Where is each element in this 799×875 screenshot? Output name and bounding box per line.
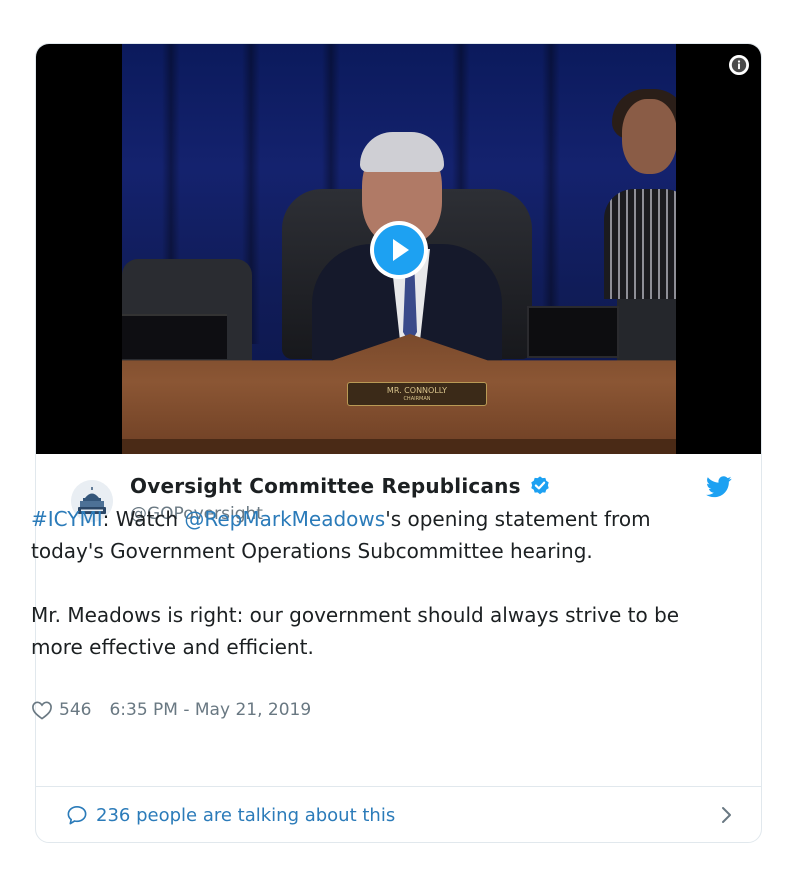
tweet-paragraph: #ICYMI: Watch @RepMarkMeadows's opening …	[31, 503, 711, 567]
tweet-header: Oversight Committee Republicans @GOPover…	[35, 432, 762, 524]
monitor	[122, 314, 227, 359]
verified-badge-icon	[531, 476, 549, 495]
like-count[interactable]: 546	[59, 700, 91, 720]
person-hair	[360, 132, 444, 172]
chevron-right-icon	[722, 807, 731, 823]
tweet-meta: 546 6:35 PM - May 21, 2019	[31, 700, 311, 720]
hashtag-link[interactable]: #ICYMI	[31, 507, 103, 531]
author-display-name[interactable]: Oversight Committee Republicans	[130, 474, 521, 498]
video-player[interactable]: MR. CONNOLLY CHAIRMAN	[36, 44, 761, 454]
play-button[interactable]	[370, 221, 428, 279]
play-icon	[374, 225, 424, 275]
twitter-bird-icon[interactable]	[706, 476, 732, 498]
speech-bubble-icon	[67, 806, 87, 825]
tweet-text-segment: : Watch	[102, 507, 185, 531]
monitor	[527, 306, 619, 358]
nameplate: MR. CONNOLLY CHAIRMAN	[347, 382, 487, 406]
mention-link[interactable]: @RepMarkMeadows	[184, 507, 385, 531]
info-icon[interactable]	[729, 55, 749, 75]
curtain-fold	[542, 44, 560, 344]
conversation-link[interactable]: 236 people are talking about this	[35, 787, 762, 843]
tweet-text: #ICYMI: Watch @RepMarkMeadows's opening …	[31, 503, 711, 663]
nameplate-name: MR. CONNOLLY	[386, 386, 448, 395]
tweet-paragraph: Mr. Meadows is right: our government sho…	[31, 603, 680, 659]
person-body	[604, 189, 676, 299]
person-head	[622, 99, 676, 174]
tweet-timestamp[interactable]: 6:35 PM - May 21, 2019	[109, 700, 311, 720]
author-name-row: Oversight Committee Republicans	[130, 474, 551, 498]
heart-icon[interactable]	[31, 700, 53, 720]
conversation-count-label: 236 people are talking about this	[96, 804, 396, 826]
nameplate-title: CHAIRMAN	[403, 396, 431, 402]
